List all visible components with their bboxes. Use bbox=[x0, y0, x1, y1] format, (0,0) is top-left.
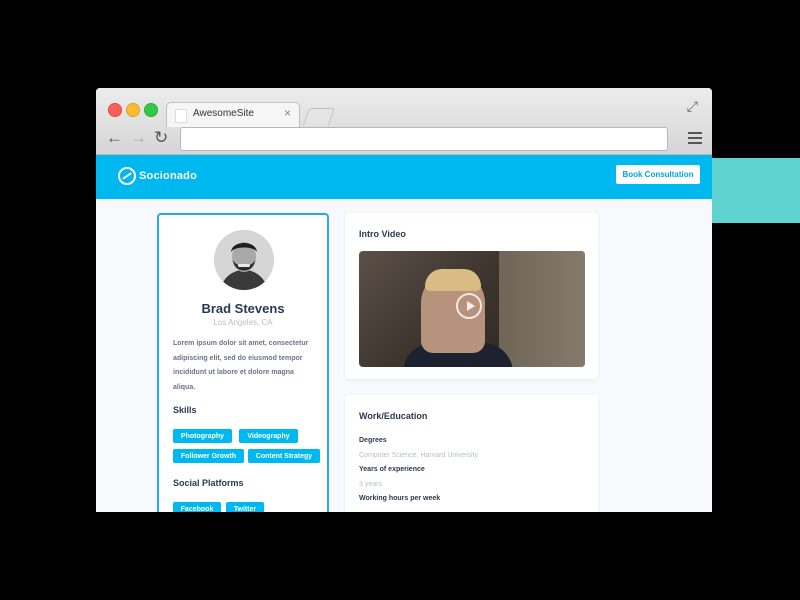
browser-window: AwesomeSite × ⤢ ← → ↻ Socionado Book Con… bbox=[96, 88, 712, 512]
avatar bbox=[214, 230, 274, 290]
forward-arrow-icon[interactable]: → bbox=[130, 128, 147, 148]
brand-name: Socionado bbox=[139, 170, 198, 182]
skills-heading: Skills bbox=[173, 405, 197, 415]
intro-video-heading: Intro Video bbox=[359, 229, 406, 239]
decorative-teal-block bbox=[700, 158, 800, 223]
video-frame-hair bbox=[425, 269, 481, 291]
avatar-photo bbox=[214, 230, 274, 290]
skill-chip[interactable]: Videography bbox=[239, 429, 298, 443]
minimize-window-button[interactable] bbox=[126, 103, 140, 117]
skill-chip[interactable]: Content Strategy bbox=[248, 449, 320, 463]
hamburger-menu-icon[interactable] bbox=[688, 132, 702, 144]
browser-chrome: AwesomeSite × ⤢ ← → ↻ bbox=[96, 88, 712, 155]
social-platforms-heading: Social Platforms bbox=[173, 478, 244, 488]
intro-video-panel: Intro Video bbox=[345, 213, 598, 379]
maximize-window-button[interactable] bbox=[144, 103, 158, 117]
work-education-panel: Work/Education Degrees Computer Science,… bbox=[345, 395, 598, 512]
experience-value: 3 years bbox=[359, 481, 382, 488]
tab-close-icon[interactable]: × bbox=[284, 106, 291, 120]
play-icon[interactable] bbox=[456, 293, 482, 319]
working-hours-label: Working hours per week bbox=[359, 495, 441, 502]
skill-chip[interactable]: Follower Growth bbox=[173, 449, 244, 463]
degrees-label: Degrees bbox=[359, 437, 387, 444]
social-chip-facebook[interactable]: Facebook bbox=[173, 502, 221, 512]
skill-chip[interactable]: Photography bbox=[173, 429, 232, 443]
degrees-value: Computer Science, Harvard University bbox=[359, 452, 479, 459]
work-education-heading: Work/Education bbox=[359, 411, 428, 421]
profile-location: Los Angeles, CA bbox=[213, 318, 273, 327]
page-icon bbox=[175, 109, 187, 123]
reload-icon[interactable]: ↻ bbox=[154, 128, 168, 148]
book-consultation-button[interactable]: Book Consultation bbox=[616, 165, 700, 184]
profile-bio: Lorem ipsum dolor sit amet, consectetur … bbox=[173, 340, 309, 391]
new-tab-button[interactable] bbox=[302, 108, 336, 125]
tab-title: AwesomeSite bbox=[193, 108, 254, 119]
logo-mark-icon bbox=[118, 167, 136, 185]
profile-name: Brad Stevens bbox=[201, 301, 285, 316]
close-window-button[interactable] bbox=[108, 103, 122, 117]
back-arrow-icon[interactable]: ← bbox=[106, 128, 123, 148]
experience-label: Years of experience bbox=[359, 466, 425, 473]
intro-video-player[interactable] bbox=[359, 251, 585, 367]
browser-tab[interactable]: AwesomeSite × bbox=[166, 102, 300, 127]
fullscreen-icon[interactable]: ⤢ bbox=[687, 98, 698, 115]
profile-card: Brad Stevens Los Angeles, CA Lorem ipsum… bbox=[157, 213, 329, 512]
video-frame-background bbox=[499, 251, 585, 367]
social-chip-twitter[interactable]: Twitter bbox=[226, 502, 264, 512]
address-bar[interactable] bbox=[180, 127, 668, 151]
brand-logo[interactable]: Socionado bbox=[118, 165, 197, 187]
site-header: Socionado Book Consultation bbox=[96, 155, 712, 199]
